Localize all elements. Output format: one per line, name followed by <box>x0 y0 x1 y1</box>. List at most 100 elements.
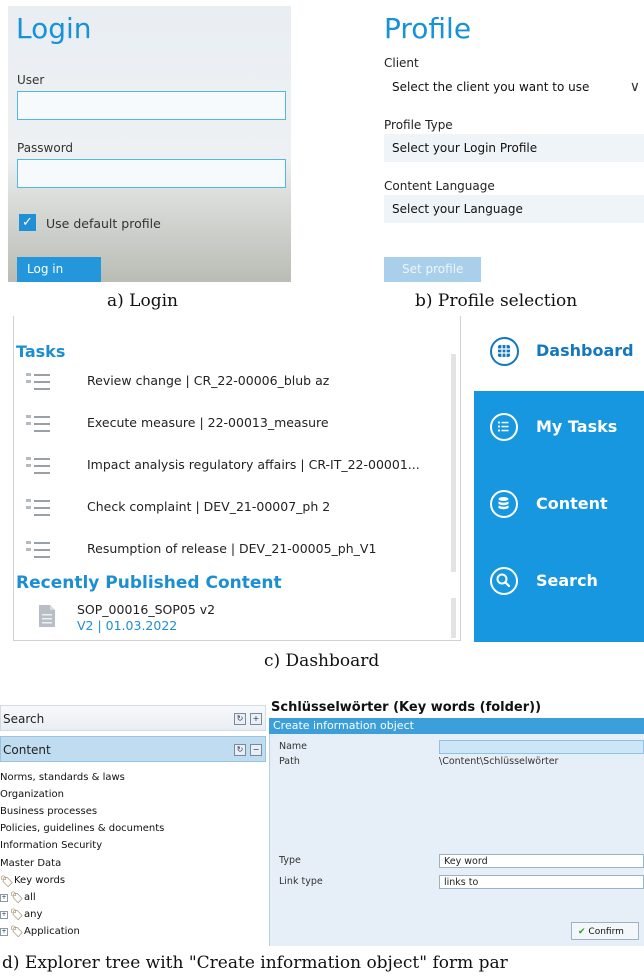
collapse-icon[interactable]: − <box>250 744 262 756</box>
client-label: Client <box>384 56 419 70</box>
refresh-icon[interactable]: ↻ <box>234 744 246 756</box>
password-input[interactable] <box>17 159 286 188</box>
keyword-icon: 🏷 <box>10 891 24 904</box>
check-icon: ✔ <box>578 927 586 937</box>
nav-search[interactable]: Search <box>474 557 644 611</box>
tree-item-label: any <box>24 909 43 920</box>
task-list-icon <box>26 540 50 560</box>
tree-item[interactable]: Information Security <box>0 840 102 851</box>
name-input[interactable] <box>439 740 644 754</box>
task-label: Review change | CR_22-00006_blub az <box>87 373 330 388</box>
nav-dashboard-label: Dashboard <box>536 341 634 360</box>
profile-title: Profile <box>384 12 472 45</box>
path-label: Path <box>279 756 300 767</box>
caption-dashboard: c) Dashboard <box>264 651 380 671</box>
task-item[interactable]: Execute measure | 22-00013_measure <box>24 411 444 437</box>
tree-item[interactable]: Business processes <box>0 806 97 817</box>
search-header[interactable]: Search ↻ + <box>0 705 266 731</box>
task-item[interactable]: Review change | CR_22-00006_blub az <box>24 369 444 395</box>
refresh-icon[interactable]: ↻ <box>234 713 246 725</box>
keyword-icon: 🏷 <box>10 908 24 921</box>
link-type-select[interactable]: links to <box>439 875 644 889</box>
recent-item-name: SOP_00016_SOP05 v2 <box>77 602 216 617</box>
task-item[interactable]: Check complaint | DEV_21-00007_ph 2 <box>24 495 444 521</box>
confirm-button[interactable]: ✔ Confirm <box>571 922 639 940</box>
task-list-icon <box>26 498 50 518</box>
content-language-select[interactable]: Select your Language <box>384 195 644 223</box>
default-profile-checkbox[interactable]: ✓ <box>19 214 36 231</box>
tree-item-label: Key words <box>14 875 66 886</box>
task-label: Impact analysis regulatory affairs | CR-… <box>87 457 420 472</box>
task-item[interactable]: Impact analysis regulatory affairs | CR-… <box>24 453 444 479</box>
path-value: \Content\Schlüsselwörter <box>439 756 559 767</box>
form-page-title: Schlüsselwörter (Key words (folder)) <box>271 700 542 715</box>
tree-item[interactable]: Master Data <box>0 858 61 869</box>
nav-my-tasks[interactable]: My Tasks <box>474 403 644 457</box>
tasks-panel: Tasks Review change | CR_22-00006_blub a… <box>13 316 461 641</box>
tree-item[interactable]: Norms, standards & laws <box>0 772 125 783</box>
tree-item[interactable]: Organization <box>0 789 64 800</box>
link-type-label: Link type <box>279 876 323 887</box>
task-label: Check complaint | DEV_21-00007_ph 2 <box>87 499 331 514</box>
login-title: Login <box>16 12 92 45</box>
content-header[interactable]: Content ↻ − <box>0 736 266 762</box>
tasks-scrollbar[interactable] <box>451 354 456 572</box>
recent-content-item[interactable]: SOP_00016_SOP05 v2 V2 | 01.03.2022 <box>24 600 444 636</box>
expand-icon[interactable]: + <box>0 911 8 919</box>
content-language-value: Select your Language <box>392 202 523 216</box>
task-list-icon <box>26 372 50 392</box>
set-profile-button[interactable]: Set profile <box>384 257 481 282</box>
nav-dashboard[interactable]: Dashboard <box>474 333 644 373</box>
expand-icon[interactable]: + <box>250 713 262 725</box>
user-input[interactable] <box>17 91 286 120</box>
search-header-label: Search <box>3 712 45 726</box>
recent-scrollbar[interactable] <box>451 598 456 638</box>
keyword-folder-icon: 🏷 <box>0 875 14 888</box>
keyword-icon: 🏷 <box>10 925 24 938</box>
database-icon <box>490 490 518 518</box>
client-select-value: Select the client you want to use <box>392 80 590 94</box>
profile-type-value: Select your Login Profile <box>392 141 538 155</box>
expand-icon[interactable]: + <box>0 928 8 936</box>
task-label: Resumption of release | DEV_21-00005_ph_… <box>87 541 377 556</box>
caption-explorer: d) Explorer tree with "Create informatio… <box>2 953 508 973</box>
name-label: Name <box>279 741 308 752</box>
profile-panel: Profile Client Select the client you wan… <box>382 6 644 282</box>
recent-content-header: Recently Published Content <box>16 573 282 593</box>
tree-item-key-words[interactable]: 🏷 Key words <box>0 874 200 890</box>
dashboard-icon <box>490 337 519 366</box>
tree-item-any[interactable]: + 🏷 any <box>0 908 200 924</box>
caption-login: a) Login <box>107 291 178 311</box>
nav-content[interactable]: Content <box>474 480 644 534</box>
task-item[interactable]: Resumption of release | DEV_21-00005_ph_… <box>24 537 444 563</box>
profile-type-select[interactable]: Select your Login Profile <box>384 134 644 162</box>
confirm-label: Confirm <box>588 927 624 937</box>
expand-icon[interactable]: + <box>0 894 8 902</box>
login-button[interactable]: Log in <box>17 257 101 282</box>
chevron-down-icon: ∨ <box>629 79 640 95</box>
list-icon <box>490 413 518 441</box>
document-icon <box>39 605 55 627</box>
type-label: Type <box>279 855 301 866</box>
password-label: Password <box>17 141 74 155</box>
side-navigation: My Tasks Content Search <box>474 391 644 642</box>
recent-item-meta: V2 | 01.03.2022 <box>77 618 178 633</box>
client-select[interactable]: Select the client you want to use ∨ <box>384 73 644 101</box>
type-select[interactable]: Key word <box>439 854 644 868</box>
default-profile-label: Use default profile <box>46 216 161 231</box>
nav-content-label: Content <box>536 494 608 513</box>
login-panel: Login User Password ✓ Use default profil… <box>8 6 291 282</box>
tree-item-application[interactable]: + 🏷 Application <box>0 925 200 941</box>
form-title-bar: Create information object <box>269 718 644 734</box>
tree-item-label: all <box>24 892 36 903</box>
tree-item-label: Application <box>24 926 80 937</box>
content-header-label: Content <box>3 743 51 757</box>
tree-item-all[interactable]: + 🏷 all <box>0 891 200 907</box>
tree-item[interactable]: Policies, guidelines & documents <box>0 823 164 834</box>
user-label: User <box>17 73 45 87</box>
nav-search-label: Search <box>536 571 598 590</box>
task-list-icon <box>26 414 50 434</box>
nav-my-tasks-label: My Tasks <box>536 417 618 436</box>
task-label: Execute measure | 22-00013_measure <box>87 415 329 430</box>
tasks-header: Tasks <box>16 342 66 361</box>
